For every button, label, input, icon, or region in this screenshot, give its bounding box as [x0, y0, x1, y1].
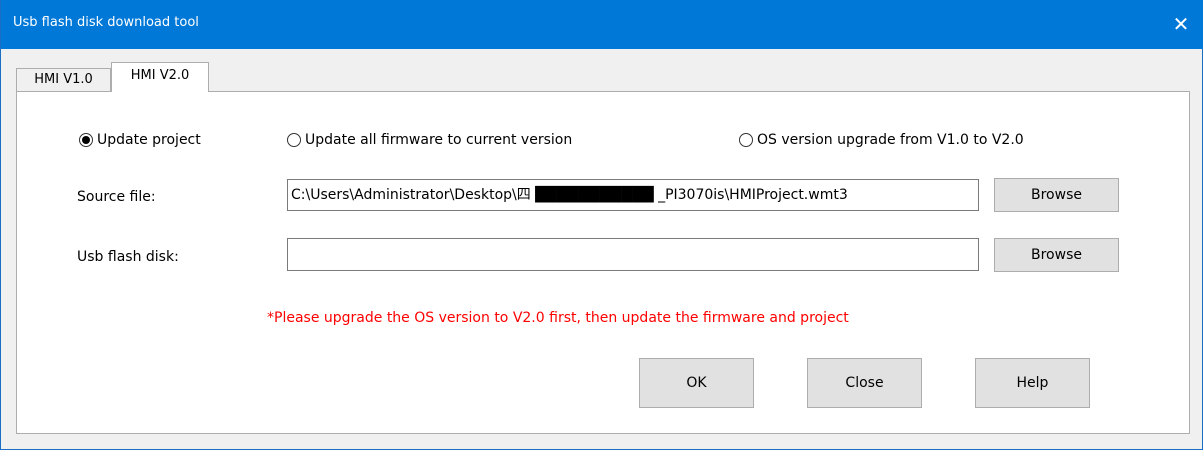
dialog-window: Usb flash disk download tool ✕ HMI V1.0 … [0, 0, 1203, 450]
source-file-label: Source file: [77, 189, 156, 205]
os-upgrade-label: OS version upgrade from V1.0 to V2.0 [757, 132, 1024, 148]
update-firmware-label: Update all firmware to current version [305, 132, 573, 148]
tab-hmi-v1[interactable]: HMI V1.0 [16, 68, 111, 92]
update-firmware-radio[interactable]: Update all firmware to current version [287, 132, 572, 148]
tab-panel: Update project Update all firmware to cu… [16, 91, 1190, 434]
radio-unchecked-icon [739, 133, 753, 147]
usb-disk-field[interactable] [287, 238, 979, 271]
close-button[interactable]: Close [807, 358, 922, 408]
tab-hmi-v2[interactable]: HMI V2.0 [111, 62, 209, 92]
window-title: Usb flash disk download tool [13, 15, 199, 30]
warning-message: *Please upgrade the OS version to V2.0 f… [267, 310, 849, 326]
help-button[interactable]: Help [975, 358, 1090, 408]
update-project-radio[interactable]: Update project [79, 132, 201, 148]
ok-button[interactable]: OK [639, 358, 754, 408]
update-project-label: Update project [97, 132, 201, 148]
os-upgrade-radio[interactable]: OS version upgrade from V1.0 to V2.0 [739, 132, 1024, 148]
close-icon[interactable]: ✕ [1158, 0, 1203, 49]
title-bar: Usb flash disk download tool ✕ [1, 0, 1203, 49]
radio-checked-icon [79, 133, 93, 147]
source-file-field[interactable]: C:\Users\Administrator\Desktop\四 ███████… [287, 179, 979, 211]
usb-disk-label: Usb flash disk: [77, 249, 179, 265]
radio-unchecked-icon [287, 133, 301, 147]
source-browse-button[interactable]: Browse [994, 178, 1119, 212]
usb-browse-button[interactable]: Browse [994, 238, 1119, 272]
